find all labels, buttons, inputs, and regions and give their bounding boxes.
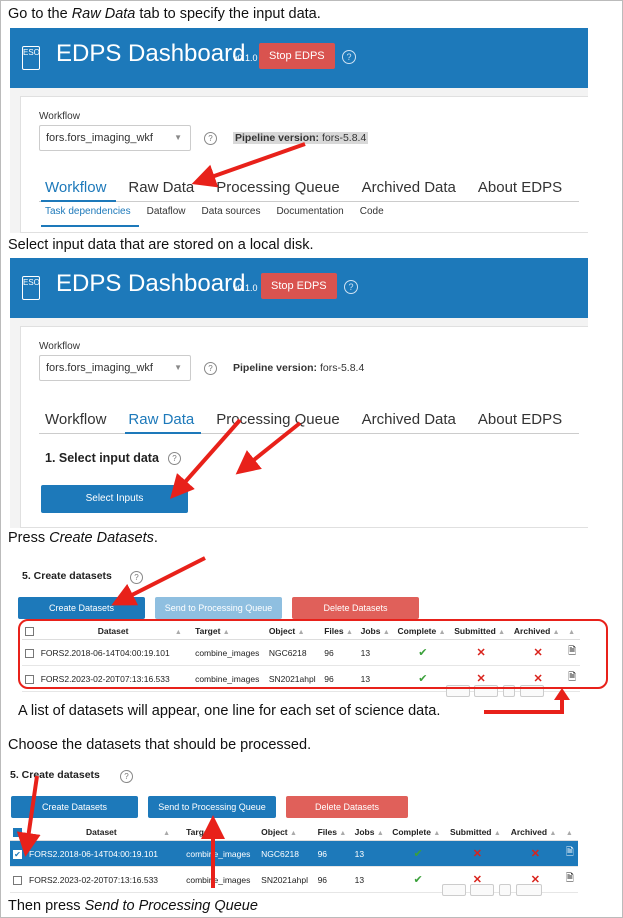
- arrow-to-raw-data-tab: [191, 142, 306, 188]
- arrow-head: [554, 688, 570, 700]
- arrow-between-panels: [235, 421, 302, 475]
- arrow-to-checkbox: [16, 775, 41, 857]
- arrow-to-select-inputs: [170, 418, 242, 499]
- annotation-arrows: [16, 142, 570, 888]
- arrow-to-table-box: [484, 698, 564, 714]
- arrow-to-create-datasets: [111, 556, 206, 606]
